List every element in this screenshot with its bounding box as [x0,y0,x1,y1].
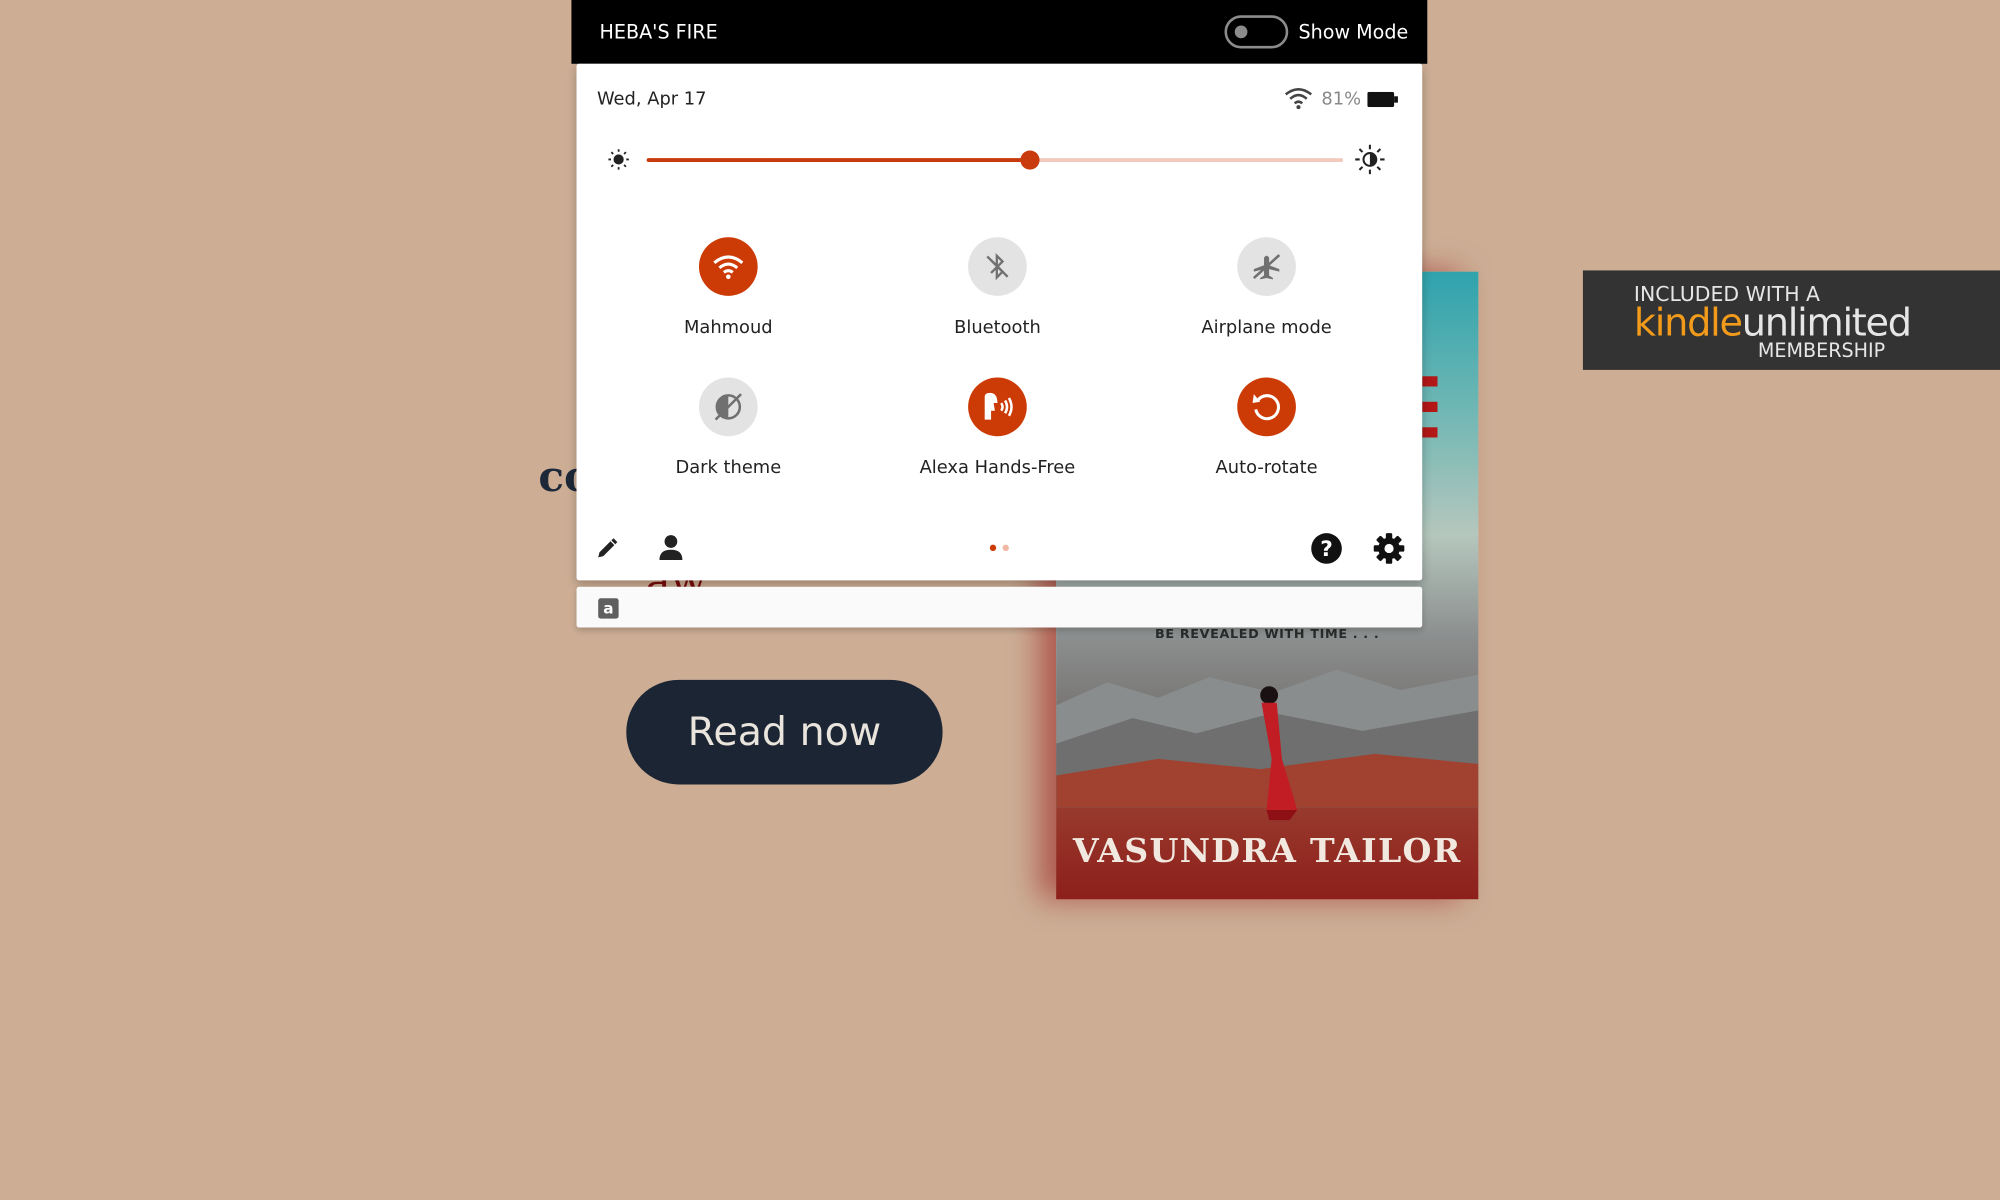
cover-author: VASUNDRA TAILOR [1072,832,1462,872]
tile-wifi[interactable]: Mahmoud [614,237,844,338]
airplane-off-icon[interactable] [1237,237,1296,296]
page-dot [989,544,997,552]
brightness-fill [646,158,1030,162]
ku-kindle-word: kindle [1633,301,1743,346]
ku-line-3: MEMBERSHIP [1757,339,1886,363]
read-now-button[interactable]: Read now [626,679,943,785]
status-bar: HEBA'S FIRE Show Mode [571,0,1428,64]
notification-bar[interactable]: a [576,586,1423,628]
amazon-icon: a [598,598,619,619]
tile-label: Auto-rotate [1215,457,1318,479]
page-indicator [989,544,1010,553]
settings-icon[interactable] [1372,532,1405,565]
alexa-hands-free-icon[interactable] [968,377,1027,437]
toggle-knob [1234,25,1248,39]
tile-airplane[interactable]: Airplane mode [1152,237,1382,338]
kindle-unlimited-badge: INCLUDED WITH A kindleunlimited MEMBERSH… [1582,270,2000,370]
help-icon[interactable]: ? [1310,532,1343,565]
quick-settings-panel: Wed, Apr 17 81% Mahmoud Bluetooth Airpla… [576,63,1423,581]
brightness-slider[interactable] [646,150,1344,170]
tile-auto-rotate[interactable]: Auto-rotate [1152,377,1382,479]
tile-label: Airplane mode [1201,317,1332,339]
tile-label: Dark theme [675,457,782,479]
tile-bluetooth[interactable]: Bluetooth [883,237,1113,338]
tile-dark-theme[interactable]: Dark theme [614,377,844,479]
cover-title-mark [1422,376,1438,387]
page-dot [1002,544,1009,552]
svg-text:?: ? [1320,537,1333,562]
device-name: HEBA'S FIRE [599,20,718,44]
show-mode-toggle[interactable] [1224,15,1289,49]
edit-icon[interactable] [594,533,622,561]
brightness-thumb[interactable] [1020,150,1040,170]
cover-title-mark [1422,401,1438,412]
show-mode-label[interactable]: Show Mode [1298,20,1408,43]
tile-label: Mahmoud [683,317,773,339]
wifi-icon[interactable] [698,237,758,296]
user-icon[interactable] [657,533,685,561]
cover-reveal-text: BE REVEALED WITH TIME . . . [1155,627,1380,642]
battery-percent: 81% [1321,89,1362,110]
battery-icon [1367,91,1398,108]
brightness-low-icon [608,149,629,170]
date-label: Wed, Apr 17 [596,89,707,110]
tile-label: Bluetooth [954,317,1041,339]
brightness-high-icon [1355,144,1385,175]
dark-theme-off-icon[interactable] [698,377,758,437]
cover-figure [1260,686,1298,821]
wifi-status-icon [1284,88,1313,110]
auto-rotate-icon[interactable] [1237,377,1296,437]
tile-alexa[interactable]: Alexa Hands-Free [883,377,1113,479]
cover-title-mark [1422,427,1438,438]
bluetooth-off-icon[interactable] [968,237,1027,296]
tile-label: Alexa Hands-Free [919,457,1076,479]
